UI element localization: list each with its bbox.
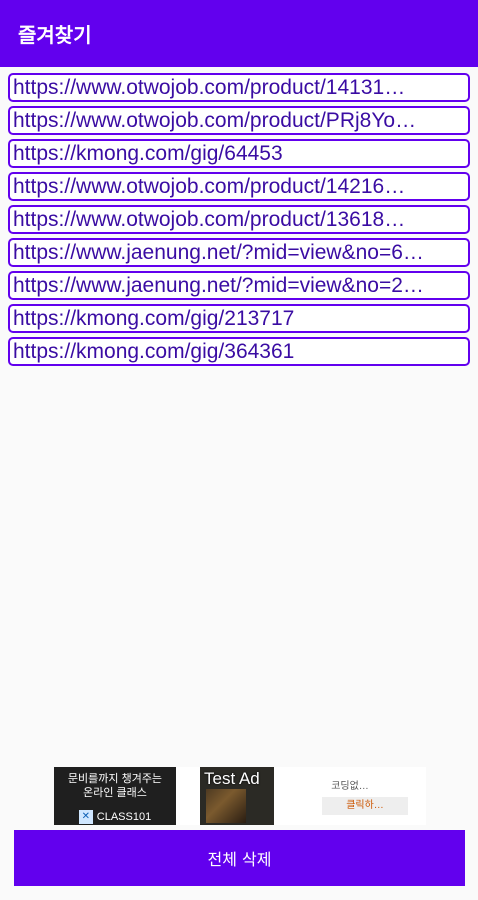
favorite-item[interactable]: https://www.otwojob.com/product/PRj8Yo… xyxy=(8,106,470,135)
ad-brand-label: CLASS101 xyxy=(96,811,152,823)
ad-right-text: 코딩없… xyxy=(331,781,369,792)
ad-brand-row: ✕ CLASS101 xyxy=(54,809,176,825)
ad-left-line1: 문비를까지 챙겨주는 xyxy=(67,773,163,785)
favorite-item[interactable]: https://kmong.com/gig/64453 xyxy=(8,139,470,168)
delete-all-button[interactable]: 전체 삭제 xyxy=(14,830,465,886)
favorite-item[interactable]: https://www.otwojob.com/product/13618… xyxy=(8,205,470,234)
favorites-list: https://www.otwojob.com/product/14131… h… xyxy=(8,73,470,370)
app-bar: 즐겨찾기 xyxy=(0,0,478,67)
ad-right-panel[interactable]: 코딩없… 클릭하… xyxy=(274,767,426,825)
ad-left-panel[interactable]: 문비를까지 챙겨주는 온라인 클래스 ✕ CLASS101 xyxy=(54,767,176,825)
favorite-item[interactable]: https://kmong.com/gig/213717 xyxy=(8,304,470,333)
favorite-item[interactable]: https://www.otwojob.com/product/14216… xyxy=(8,172,470,201)
page-title: 즐겨찾기 xyxy=(18,23,92,47)
ad-banner[interactable]: 문비를까지 챙겨주는 온라인 클래스 ✕ CLASS101 Test Ad 코딩… xyxy=(54,767,426,825)
favorite-item[interactable]: https://www.otwojob.com/product/14131… xyxy=(8,73,470,102)
ad-test-label: Test Ad xyxy=(204,769,260,788)
ad-left-line2: 온라인 클래스 xyxy=(83,787,147,799)
ad-cta-button[interactable]: 클릭하… xyxy=(322,797,408,815)
favorite-item[interactable]: https://www.jaenung.net/?mid=view&no=2… xyxy=(8,271,470,300)
close-icon[interactable]: ✕ xyxy=(78,810,93,824)
ad-thumbnail xyxy=(206,789,246,823)
favorite-item[interactable]: https://kmong.com/gig/364361 xyxy=(8,337,470,366)
favorite-item[interactable]: https://www.jaenung.net/?mid=view&no=6… xyxy=(8,238,470,267)
ad-image[interactable]: Test Ad xyxy=(200,767,274,825)
